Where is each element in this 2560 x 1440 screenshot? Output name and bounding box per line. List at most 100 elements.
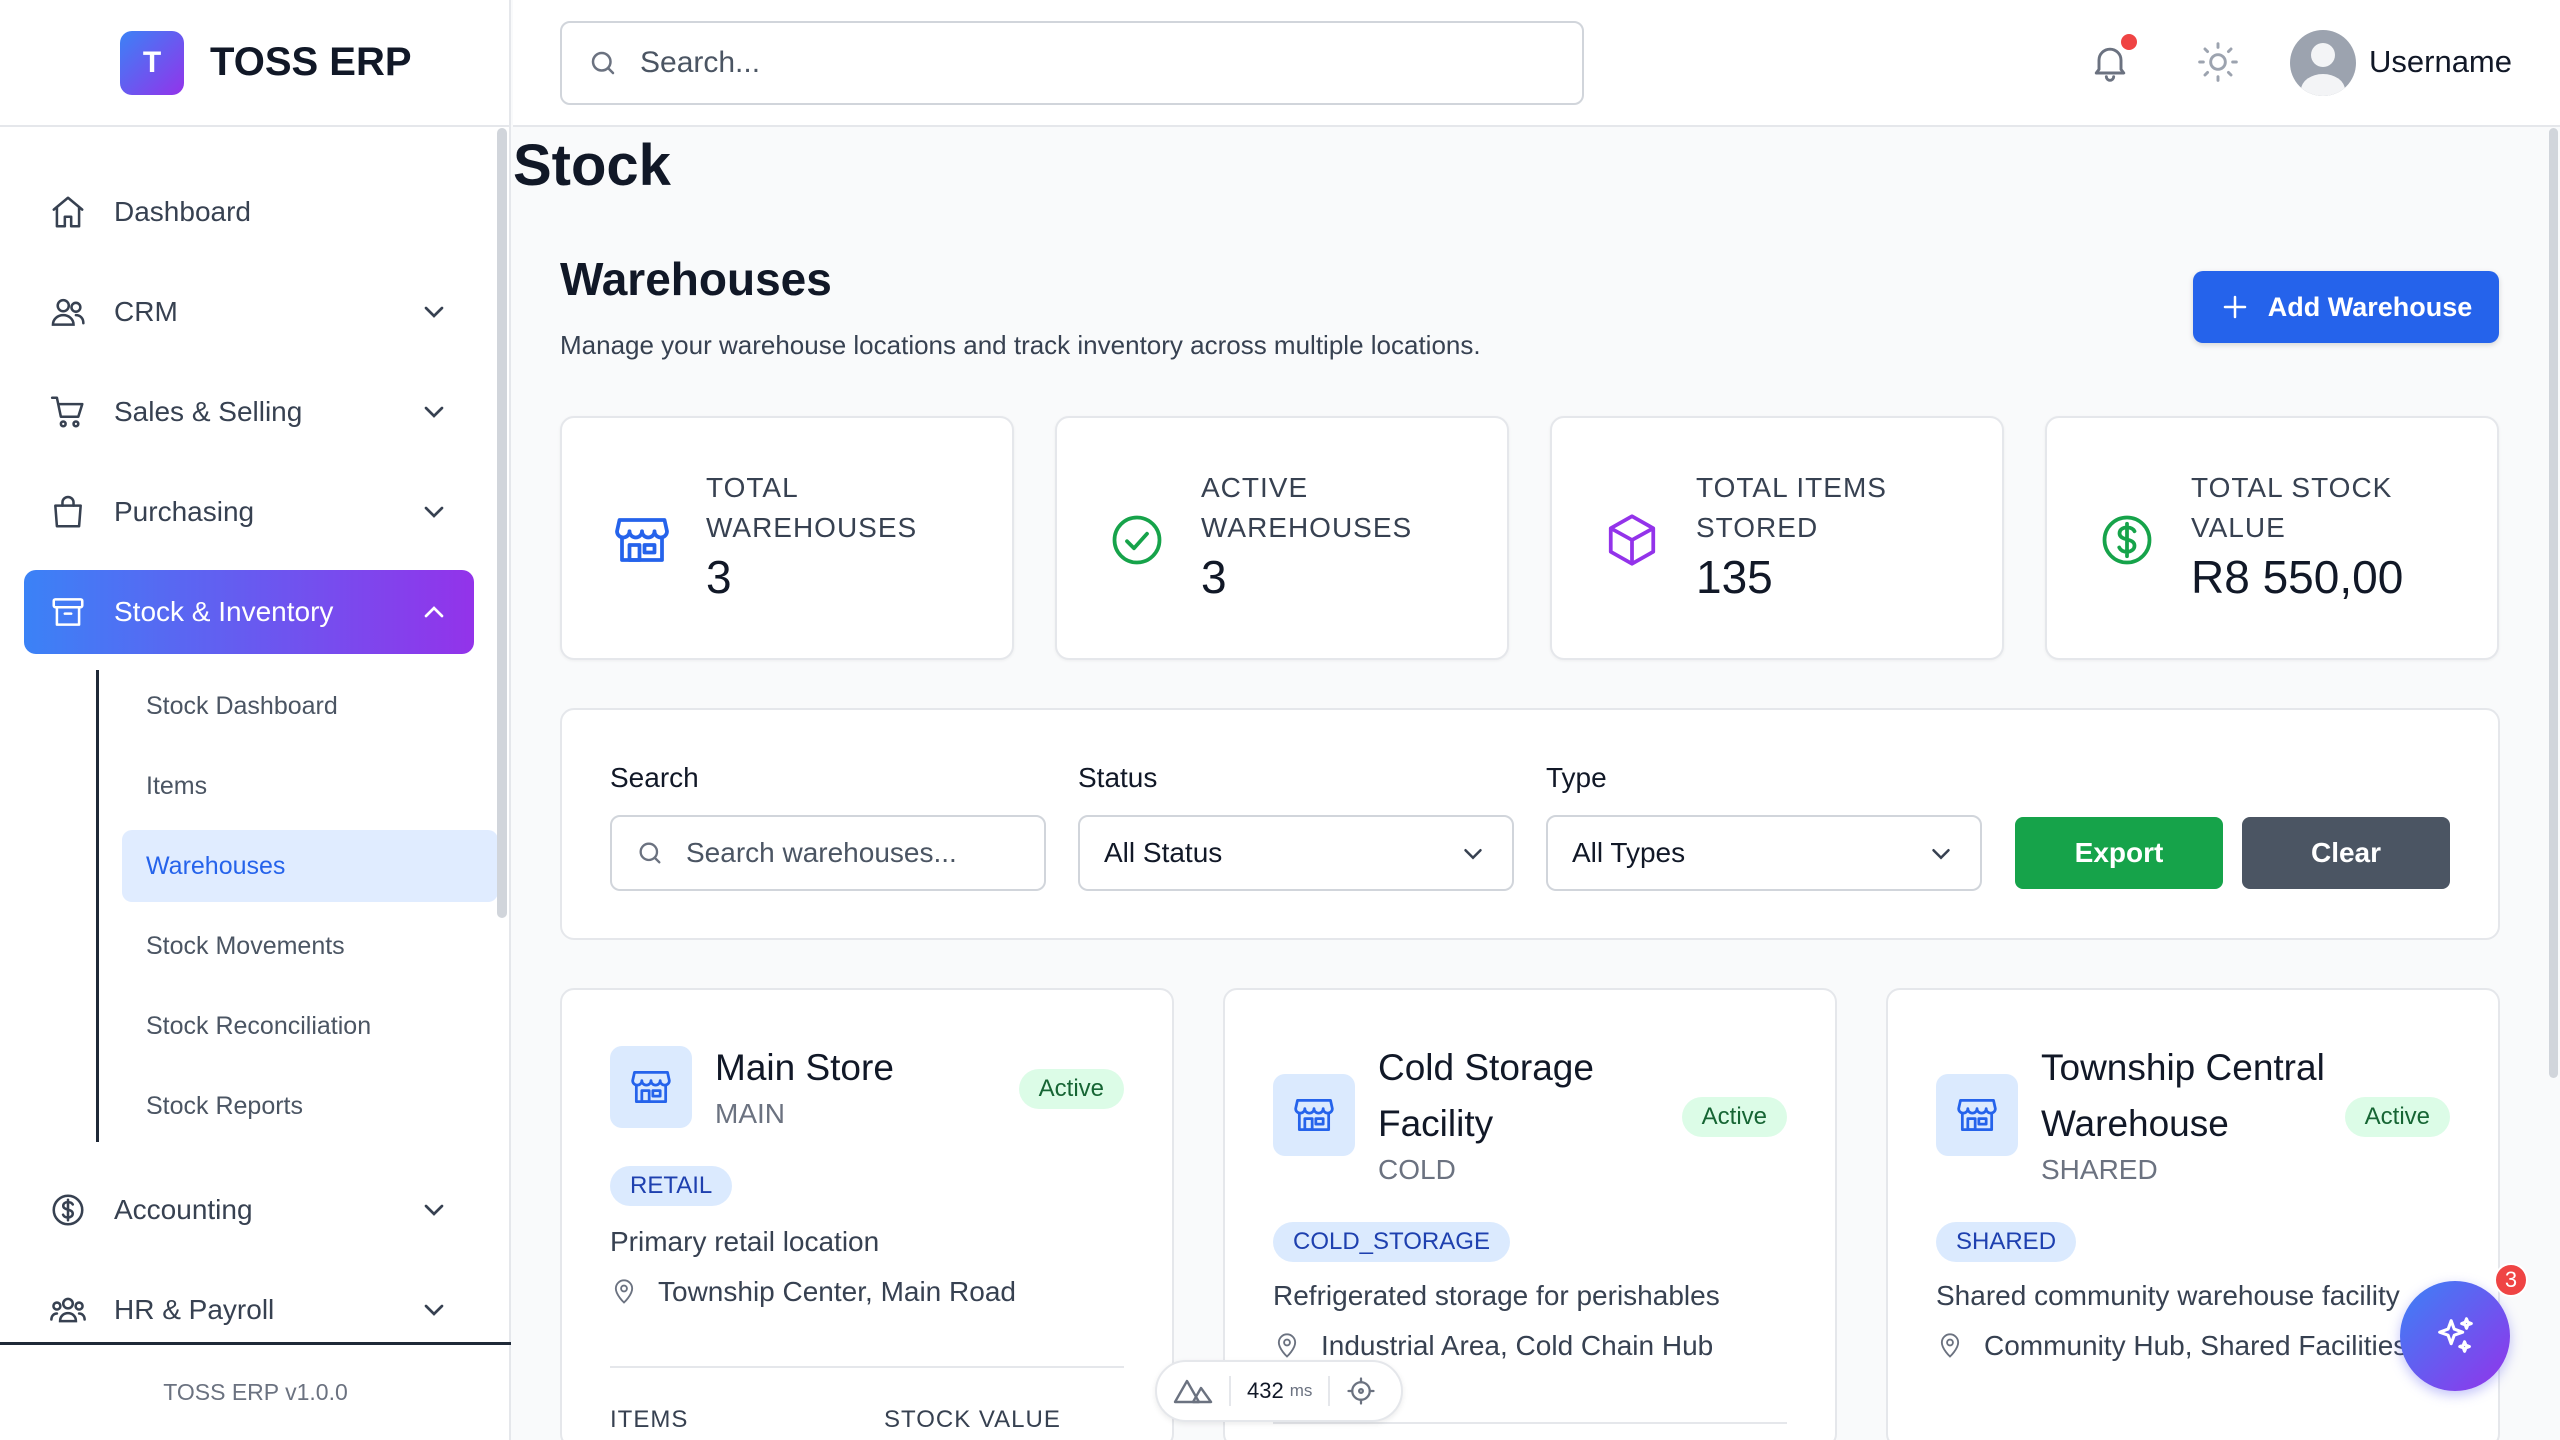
map-pin-icon [1940, 1333, 1960, 1358]
store-icon [1936, 1074, 2018, 1156]
subnav-item-stock-dashboard[interactable]: Stock Dashboard [72, 670, 474, 742]
sidebar-item-label: Sales & Selling [114, 396, 303, 427]
stat-label: TOTAL WAREHOUSES [706, 472, 918, 543]
status-select[interactable]: All Status [1078, 815, 1514, 891]
check-circle-icon [1112, 515, 1162, 565]
stat-label: TOTAL STOCK VALUE [2191, 472, 2393, 543]
filters-panel: Search Search warehouses... Status All S… [560, 708, 2500, 940]
warehouse-code: SHARED [2041, 1154, 2158, 1185]
sun-icon[interactable] [2196, 40, 2240, 84]
sidebar-item-label: Stock & Inventory [114, 596, 334, 627]
export-button[interactable]: Export [2015, 817, 2223, 889]
render-time-unit: ms [1289, 1381, 1313, 1400]
warehouse-card-main-store[interactable]: Main Store MAIN Active RETAIL Primary re… [560, 988, 1174, 1440]
stock-subnav: Stock Dashboard Items Warehouses Stock M… [72, 670, 498, 1142]
warehouse-location: Community Hub, Shared Facilities [1936, 1330, 2407, 1362]
page-title: Stock [513, 133, 671, 198]
search-icon [591, 51, 615, 75]
section-subtitle: Manage your warehouse locations and trac… [560, 330, 1481, 360]
warehouse-description: Refrigerated storage for perishables [1273, 1280, 1720, 1311]
home-icon [48, 192, 88, 232]
warehouse-code: MAIN [715, 1098, 785, 1129]
store-icon [615, 518, 669, 562]
search-placeholder: Search... [640, 46, 761, 79]
sidebar-item-crm[interactable]: CRM [24, 270, 474, 354]
dev-toolbar[interactable]: 432 ms [1155, 1360, 1403, 1422]
map-pin-icon [614, 1279, 634, 1304]
sparkles-icon [2438, 1317, 2473, 1353]
chevron-down-icon [424, 1204, 444, 1216]
sidebar-scrollbar[interactable] [497, 128, 507, 918]
toolbar-separator [1328, 1376, 1331, 1406]
warehouse-location: Industrial Area, Cold Chain Hub [1273, 1330, 1713, 1362]
type-badge: COLD_STORAGE [1273, 1222, 1510, 1262]
subnav-item-items[interactable]: Items [72, 750, 474, 822]
type-badge: RETAIL [610, 1166, 733, 1206]
stat-value: 3 [1201, 551, 1227, 603]
type-badge: SHARED [1936, 1222, 2077, 1262]
dollar-icon [48, 1190, 88, 1230]
main-scrollbar[interactable] [2549, 128, 2558, 1078]
search-icon [639, 842, 661, 864]
status-select-value: All Status [1104, 837, 1223, 868]
dollar-circle-icon [2102, 515, 2152, 565]
type-select[interactable]: All Types [1546, 815, 1982, 891]
chevron-down-icon [424, 506, 444, 518]
subnav-item-warehouses[interactable]: Warehouses [122, 830, 498, 902]
chevron-down-icon [424, 1304, 444, 1316]
chevron-down-icon [1932, 849, 1950, 860]
render-time-value: 432 [1247, 1378, 1284, 1403]
global-search-input[interactable]: Search... [560, 21, 1584, 105]
stat-card-total-warehouses: TOTAL WAREHOUSES 3 [560, 416, 1014, 660]
clear-button[interactable]: Clear [2242, 817, 2450, 889]
warehouse-card-township-central[interactable]: Township Central Warehouse SHARED Active … [1886, 988, 2500, 1440]
subnav-item-stock-movements[interactable]: Stock Movements [72, 910, 474, 982]
stat-value: R8 550,00 [2191, 551, 2404, 603]
items-label: ITEMS [610, 1406, 689, 1433]
warehouse-search-input[interactable]: Search warehouses... [610, 815, 1046, 891]
sidebar-item-sales[interactable]: Sales & Selling [24, 370, 474, 454]
warehouse-code: COLD [1378, 1154, 1456, 1185]
add-warehouse-button[interactable]: Add Warehouse [2193, 271, 2499, 343]
warehouse-description: Primary retail location [610, 1226, 880, 1257]
toolbar-separator [1229, 1376, 1231, 1406]
sidebar-item-dashboard[interactable]: Dashboard [24, 170, 474, 254]
stat-value: 135 [1696, 551, 1773, 603]
sidebar-item-hr-payroll[interactable]: HR & Payroll [24, 1268, 474, 1352]
warehouse-name: Main Store [715, 1047, 894, 1088]
store-icon [1273, 1074, 1355, 1156]
avatar[interactable] [2290, 30, 2356, 96]
chevron-down-icon [424, 406, 444, 418]
crosshair-icon[interactable] [1346, 1376, 1376, 1406]
warehouse-name: Cold Storage Facility [1378, 1047, 1594, 1144]
stock-value-label: STOCK VALUE [884, 1406, 1061, 1433]
stat-card-total-stock-value: TOTAL STOCK VALUE R8 550,00 [2045, 416, 2499, 660]
stat-value: 3 [706, 551, 732, 603]
search-placeholder: Search warehouses... [686, 837, 957, 868]
bag-icon [48, 492, 88, 532]
ai-assistant-button[interactable] [2400, 1281, 2510, 1391]
warehouse-description: Shared community warehouse facility [1936, 1280, 2400, 1311]
subnav-item-stock-reports[interactable]: Stock Reports [72, 1070, 474, 1142]
team-icon [48, 1290, 88, 1330]
brand[interactable]: T TOSS ERP [0, 0, 509, 127]
stat-label: ACTIVE WAREHOUSES [1201, 472, 1413, 543]
topbar: Search... Username [513, 0, 2560, 127]
section-title: Warehouses [560, 253, 832, 305]
type-select-value: All Types [1572, 837, 1686, 868]
warehouse-name: Township Central Warehouse [2041, 1047, 2325, 1144]
status-badge: Active [1018, 1069, 1124, 1109]
sidebar-item-stock-inventory[interactable]: Stock & Inventory [24, 570, 474, 654]
sidebar: T TOSS ERP Dashboard CRM Sales & Selling [0, 0, 511, 1440]
subnav-item-stock-reconciliation[interactable]: Stock Reconciliation [72, 990, 474, 1062]
plus-icon [2223, 295, 2246, 319]
users-icon [48, 292, 88, 332]
sidebar-item-purchasing[interactable]: Purchasing [24, 470, 474, 554]
map-pin-icon [1277, 1333, 1297, 1358]
sidebar-item-label: Dashboard [114, 196, 251, 227]
sidebar-item-label: HR & Payroll [114, 1294, 275, 1325]
cart-icon [48, 392, 88, 432]
sidebar-item-accounting[interactable]: Accounting [24, 1168, 474, 1252]
brand-logo: T [120, 30, 184, 95]
username[interactable]: Username [2369, 44, 2512, 80]
